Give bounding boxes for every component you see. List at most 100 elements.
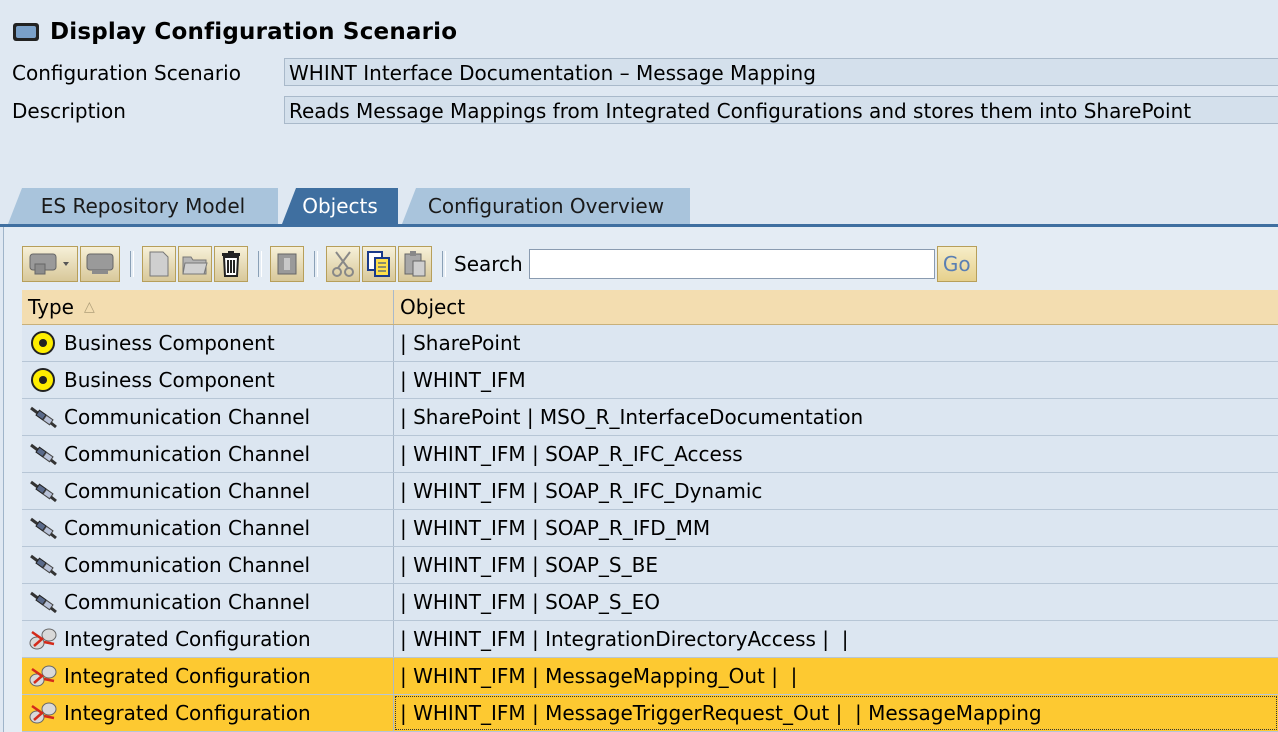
communication-channel-icon (28, 515, 58, 541)
table-row[interactable]: Business Component | WHINT_IFM (22, 362, 1278, 399)
column-header-object[interactable]: Object (394, 290, 1278, 324)
table-row[interactable]: Communication Channel | WHINT_IFM | SOAP_… (22, 584, 1278, 621)
cell-type: Communication Channel (22, 436, 394, 472)
cell-type-label: Integrated Configuration (64, 701, 311, 725)
cell-object: | WHINT_IFM | IntegrationDirectoryAccess… (394, 621, 1278, 657)
add-button[interactable] (22, 246, 78, 282)
cell-object-label: | WHINT_IFM | MessageTriggerRequest_Out … (400, 701, 1042, 725)
cell-type-label: Communication Channel (64, 553, 311, 577)
integrated-configuration-icon (28, 700, 58, 726)
column-header-type-label: Type (28, 295, 74, 319)
cell-object: | SharePoint (394, 325, 1278, 361)
objects-toolbar: Search Go (22, 243, 977, 285)
window-title-bar: Display Configuration Scenario (12, 16, 457, 48)
communication-channel-icon (28, 478, 58, 504)
cell-object: | WHINT_IFM | SOAP_S_BE (394, 547, 1278, 583)
table-body: Business Component | SharePoint Business C… (22, 325, 1278, 732)
configuration-scenario-row: Configuration Scenario WHINT Interface D… (12, 58, 1278, 88)
business-component-icon (28, 367, 58, 393)
table-row[interactable]: Integrated Configuration | WHINT_IFM | Me… (22, 658, 1278, 695)
configuration-scenario-field[interactable]: WHINT Interface Documentation – Message … (284, 58, 1278, 86)
cell-object: | WHINT_IFM | SOAP_R_IFC_Access (394, 436, 1278, 472)
cell-type-label: Communication Channel (64, 479, 311, 503)
business-component-icon (28, 330, 58, 356)
remove-button[interactable] (80, 246, 120, 282)
info-icon (277, 253, 297, 275)
cell-type-label: Communication Channel (64, 442, 311, 466)
paste-icon (404, 251, 426, 277)
cell-object-label: | SharePoint | MSO_R_InterfaceDocumentat… (400, 405, 864, 429)
cell-type: Communication Channel (22, 510, 394, 546)
info-button[interactable] (270, 246, 304, 282)
go-button[interactable]: Go (936, 246, 977, 282)
table-row[interactable]: Communication Channel | WHINT_IFM | SOAP_… (22, 473, 1278, 510)
cell-type: Communication Channel (22, 584, 394, 620)
communication-channel-icon (28, 589, 58, 615)
cell-object: | SharePoint | MSO_R_InterfaceDocumentat… (394, 399, 1278, 435)
cell-object-label: | WHINT_IFM | IntegrationDirectoryAccess… (400, 627, 849, 651)
table-row[interactable]: Communication Channel | WHINT_IFM | SOAP_… (22, 436, 1278, 473)
cut-button[interactable] (326, 246, 360, 282)
cell-type: Integrated Configuration (22, 621, 394, 657)
table-header: Type △ Object (22, 290, 1278, 325)
table-row[interactable]: Integrated Configuration | WHINT_IFM | In… (22, 621, 1278, 658)
cell-type: Business Component (22, 362, 394, 398)
cell-type-label: Business Component (64, 331, 275, 355)
tab-es-repository-model[interactable]: ES Repository Model (8, 188, 278, 224)
description-field[interactable]: Reads Message Mappings from Integrated C… (284, 96, 1278, 124)
tab-configuration-overview[interactable]: Configuration Overview (402, 188, 690, 224)
delete-icon (222, 251, 240, 277)
copy-button[interactable] (362, 246, 396, 282)
cell-object: | WHINT_IFM | MessageTriggerRequest_Out … (394, 695, 1278, 731)
description-label: Description (12, 99, 126, 123)
new-document-button[interactable] (142, 246, 176, 282)
delete-button[interactable] (214, 246, 248, 282)
integrated-configuration-icon (28, 663, 58, 689)
cell-type-label: Integrated Configuration (64, 627, 311, 651)
cell-object: | WHINT_IFM | MessageMapping_Out | | (394, 658, 1278, 694)
sort-ascending-icon: △ (83, 299, 95, 315)
integrated-configuration-icon (28, 626, 58, 652)
description-row: Description Reads Message Mappings from … (12, 96, 1278, 126)
cell-object: | WHINT_IFM | SOAP_S_EO (394, 584, 1278, 620)
toolbar-separator (258, 251, 262, 277)
open-folder-icon (182, 256, 208, 275)
remove-icon (86, 253, 114, 274)
cell-object: | WHINT_IFM | SOAP_R_IFC_Dynamic (394, 473, 1278, 509)
communication-channel-icon (28, 552, 58, 578)
cell-object: | WHINT_IFM | SOAP_R_IFD_MM (394, 510, 1278, 546)
cell-object-label: | WHINT_IFM | SOAP_R_IFC_Access (400, 442, 743, 466)
search-input[interactable] (528, 249, 935, 279)
objects-table: Type △ Object Business Component | ShareP… (22, 290, 1278, 732)
cell-type-label: Communication Channel (64, 516, 311, 540)
open-folder-button[interactable] (178, 246, 212, 282)
table-row[interactable]: Communication Channel | SharePoint | MSO_… (22, 399, 1278, 436)
column-header-type[interactable]: Type △ (22, 290, 394, 324)
cell-object: | WHINT_IFM (394, 362, 1278, 398)
paste-button[interactable] (398, 246, 432, 282)
table-row[interactable]: Business Component | SharePoint (22, 325, 1278, 362)
new-document-icon (149, 251, 169, 277)
cell-type: Communication Channel (22, 473, 394, 509)
tab-objects[interactable]: Objects (282, 188, 398, 224)
configuration-scenario-label: Configuration Scenario (12, 61, 241, 85)
cut-icon (332, 251, 354, 277)
communication-channel-icon (28, 441, 58, 467)
table-row[interactable]: Communication Channel | WHINT_IFM | SOAP_… (22, 547, 1278, 584)
table-row[interactable]: Communication Channel | WHINT_IFM | SOAP_… (22, 510, 1278, 547)
cell-object-label: | WHINT_IFM | SOAP_S_EO (400, 590, 660, 614)
cell-type: Integrated Configuration (22, 695, 394, 731)
toolbar-separator (442, 251, 446, 277)
cell-type: Integrated Configuration (22, 658, 394, 694)
cell-object-label: | SharePoint (400, 331, 521, 355)
display-icon (13, 23, 39, 41)
cell-object-label: | WHINT_IFM | SOAP_S_BE (400, 553, 658, 577)
cell-type-label: Communication Channel (64, 405, 311, 429)
cell-type: Communication Channel (22, 399, 394, 435)
table-row[interactable]: Integrated Configuration | WHINT_IFM | Me… (22, 695, 1278, 732)
communication-channel-icon (28, 404, 58, 430)
cell-type-label: Communication Channel (64, 590, 311, 614)
cell-type-label: Business Component (64, 368, 275, 392)
cell-type: Business Component (22, 325, 394, 361)
column-header-object-label: Object (400, 295, 466, 319)
